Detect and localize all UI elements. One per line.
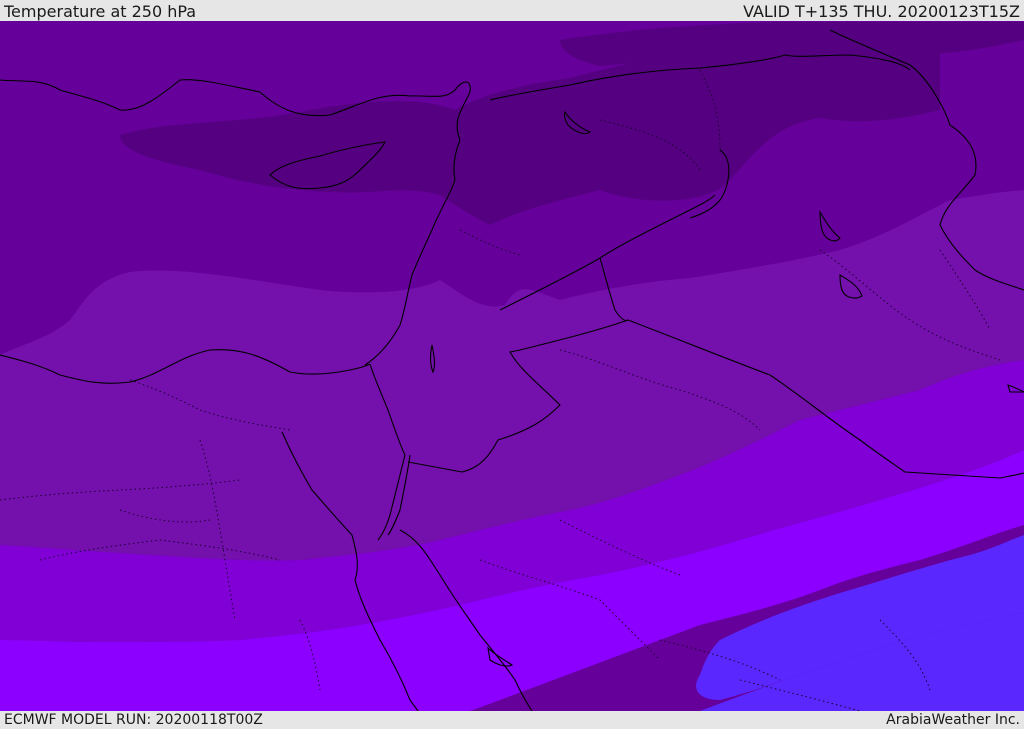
header-bar: Temperature at 250 hPa VALID T+135 THU. …	[0, 0, 1024, 21]
valid-time: VALID T+135 THU. 20200123T15Z	[743, 2, 1020, 21]
map-canvas[interactable]	[0, 21, 1024, 711]
footer-bar: ECMWF MODEL RUN: 20200118T00Z ArabiaWeat…	[0, 711, 1024, 729]
credit-label: ArabiaWeather Inc.	[886, 712, 1020, 728]
map-title: Temperature at 250 hPa	[4, 2, 197, 21]
temperature-map	[0, 21, 1024, 711]
model-run: ECMWF MODEL RUN: 20200118T00Z	[4, 712, 263, 728]
